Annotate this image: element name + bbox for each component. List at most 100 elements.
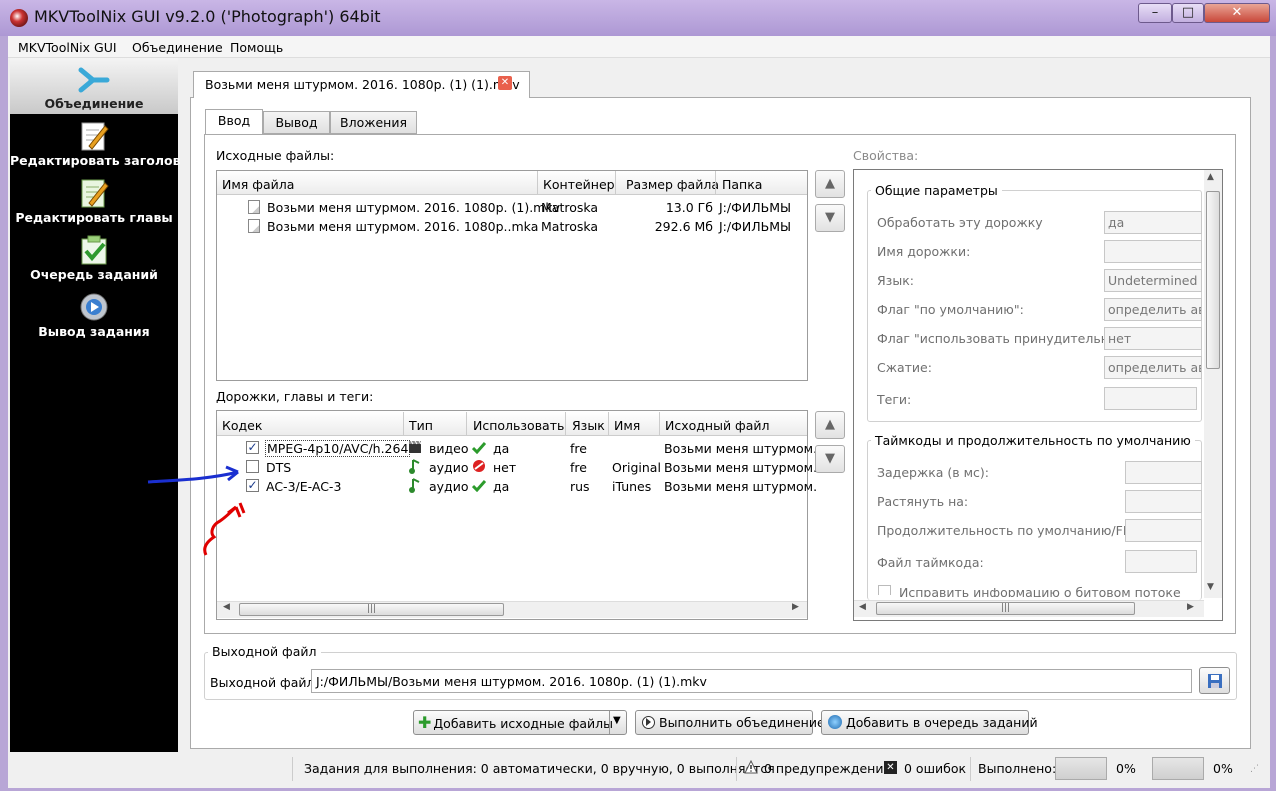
col-folder[interactable]: Папка [722,177,762,192]
track-use: нет [493,460,517,475]
check-icon [472,442,486,454]
minimize-button[interactable]: – [1138,3,1172,23]
output-file-label: Выходной файл: [210,675,319,690]
scroll-up-arrow[interactable]: ▲ [1207,172,1214,182]
track-type: видео [429,441,469,456]
track-source-file: Возьми меня штурмом. [664,460,818,475]
forced-flag-label: Флаг "использовать принудительно": [877,331,1127,346]
check-icon [472,480,486,492]
error-icon[interactable]: ✕ [884,761,897,774]
source-file-container: Matroska [541,200,599,215]
col-use[interactable]: Использовать [473,418,564,433]
track-language: fre [570,460,587,475]
tab-output[interactable]: Вывод [263,111,330,134]
source-file-container: Matroska [541,219,599,234]
track-codec[interactable]: DTS [266,460,291,475]
process-track-select[interactable]: да [1104,211,1202,234]
col-filesize[interactable]: Размер файла [626,177,719,192]
errors-count[interactable]: 0 ошибок [904,761,966,776]
column-divider [537,171,538,195]
scroll-left-arrow[interactable]: ◀ [859,602,866,612]
tags-input[interactable] [1104,387,1197,410]
tab-current-file-label: Возьми меня штурмом. 2016. 1080p. (1) (1… [205,77,520,92]
source-file-size: 13.0 Гб [665,200,713,215]
fix-bitstream-checkbox[interactable] [878,585,891,595]
done-label: Выполнено: [978,761,1057,776]
compression-select[interactable]: определить автоматически [1104,356,1202,379]
output-file-input[interactable]: J:/ФИЛЬМЫ/Возьми меня штурмом. 2016. 108… [311,669,1192,693]
scroll-left-arrow[interactable]: ◀ [223,602,230,612]
move-file-up-button[interactable]: ▲ [815,170,845,198]
sidebar-item-job-output[interactable]: Вывод задания [10,324,178,339]
track-name-input[interactable] [1104,240,1202,263]
maximize-button[interactable]: □ [1172,3,1204,23]
scroll-thumb[interactable]: ||| [239,603,504,616]
tab-input[interactable]: Ввод [205,109,263,135]
track-enable-checkbox[interactable]: ✓ [246,441,259,454]
tab-attachments[interactable]: Вложения [330,111,417,134]
col-language[interactable]: Язык [572,418,605,433]
dropdown-arrow-icon[interactable]: ▼ [613,715,621,726]
audio-icon [409,478,420,493]
col-codec[interactable]: Кодек [222,418,262,433]
scroll-right-arrow[interactable]: ▶ [1187,602,1194,612]
col-source-file[interactable]: Исходный файл [665,418,770,433]
tags-label: Теги: [877,392,912,407]
add-source-files-button[interactable]: ✚ Добавить исходные файлы [413,710,627,735]
menu-merge[interactable]: Объединение [132,40,223,55]
browse-output-button[interactable] [1199,667,1230,694]
sidebar-item-edit-chapters[interactable]: Редактировать главы [10,210,178,225]
status-divider [292,757,293,781]
source-file-name[interactable]: Возьми меня штурмом. 2016. 1080p. (1).mk… [267,200,560,215]
col-name[interactable]: Имя [614,418,640,433]
move-track-down-button[interactable]: ▼ [815,445,845,473]
menu-help[interactable]: Помощь [230,40,283,55]
add-to-queue-button[interactable]: Добавить в очередь заданий [821,710,1038,735]
default-duration-input[interactable] [1125,519,1202,542]
sidebar-item-edit-headers[interactable]: Редактировать заголовки [10,153,198,168]
scroll-down-arrow[interactable]: ▼ [1207,582,1214,592]
scroll-thumb[interactable] [1206,191,1220,369]
job-progress-bar [1055,757,1107,780]
track-codec[interactable]: MPEG-4p10/AVC/h.264 [265,440,411,457]
menu-mkvtoolnix[interactable]: MKVToolNix GUI [18,40,117,55]
sidebar-item-job-queue[interactable]: Очередь заданий [10,267,178,282]
timecode-file-input[interactable] [1125,550,1197,573]
default-flag-select[interactable]: определить автоматически [1104,298,1202,321]
source-file-name[interactable]: Возьми меня штурмом. 2016. 1080p..mka [267,219,538,234]
track-language: fre [570,441,587,456]
edit-headers-icon[interactable] [77,120,111,152]
col-type[interactable]: Тип [409,418,433,433]
language-select[interactable]: Undetermined (und) [1104,269,1202,292]
scroll-right-arrow[interactable]: ▶ [792,602,799,612]
scroll-thumb[interactable]: ||| [876,602,1135,615]
source-file-folder: J:/ФИЛЬМЫ [719,200,792,215]
close-tab-icon[interactable]: ✕ [498,76,512,90]
file-icon [248,219,260,233]
default-flag-label: Флаг "по умолчанию": [877,302,1024,317]
stretch-input[interactable] [1125,490,1202,513]
warning-icon[interactable] [744,760,758,774]
default-duration-label: Продолжительность по умолчанию/FPS: [877,523,1143,538]
col-container[interactable]: Контейнер [543,177,615,192]
play-triangle [646,718,651,726]
move-file-down-button[interactable]: ▼ [815,204,845,232]
start-merge-button[interactable]: Выполнить объединение [635,710,825,735]
app-icon [10,9,28,27]
sidebar-label-merge: Объединение [44,96,144,111]
save-icon [1208,674,1222,688]
job-queue-icon[interactable] [77,234,111,266]
delay-input[interactable] [1125,461,1202,484]
col-filename[interactable]: Имя файла [222,177,294,192]
job-output-icon[interactable] [77,291,111,323]
track-codec[interactable]: AC-3/E-AC-3 [266,479,341,494]
edit-chapters-icon[interactable] [77,177,111,209]
resize-grip-icon[interactable]: ⋰ [1250,764,1259,774]
forced-flag-select[interactable]: нет [1104,327,1202,350]
source-files-label: Исходные файлы: [216,148,335,163]
track-source-file: Возьми меня штурмом. [664,479,818,494]
warnings-count[interactable]: 0 предупреждений [764,761,892,776]
close-button[interactable]: ✕ [1204,3,1270,23]
track-name: iTunes [612,479,652,494]
move-track-up-button[interactable]: ▲ [815,411,845,439]
